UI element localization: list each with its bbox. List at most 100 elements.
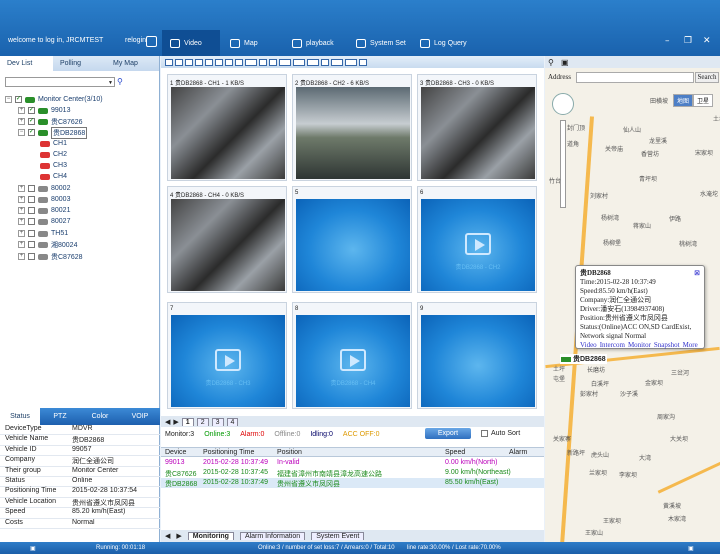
device-search-select[interactable]: ▼ (5, 77, 115, 87)
tab-voip[interactable]: VOIP (120, 408, 160, 425)
address-input[interactable] (576, 72, 694, 83)
tree-channel[interactable]: CH1 (40, 138, 67, 149)
relogin-link[interactable]: relogin (125, 37, 146, 44)
table-row[interactable]: 贵C87626 2015-02-28 10:37:45 福建省漳州市南靖县漳龙高… (161, 468, 544, 478)
play-icon[interactable] (465, 233, 491, 255)
video-feed[interactable] (421, 315, 535, 407)
map-type-map[interactable]: 地图 (673, 94, 694, 107)
close-icon[interactable]: ✕ (703, 36, 711, 46)
layout-6-icon[interactable] (185, 58, 193, 66)
tab-color[interactable]: Color (80, 408, 120, 425)
search-button[interactable]: Search (695, 72, 719, 83)
popup-snapshot-link[interactable]: Snapshot (654, 341, 680, 349)
video-feed[interactable] (421, 87, 535, 179)
tab-monitoring[interactable]: Monitoring (187, 532, 234, 540)
tab-alarm-information[interactable]: Alarm Information (239, 532, 306, 540)
popup-monitor-link[interactable]: Monitor (628, 341, 651, 349)
layout-8-icon[interactable] (195, 58, 203, 66)
layout-4-icon[interactable] (175, 58, 183, 66)
tab-system-event[interactable]: System Event (311, 532, 365, 540)
popup-more-link[interactable]: More (683, 341, 698, 349)
video-feed[interactable] (296, 87, 410, 179)
search-icon[interactable]: ⚲ (117, 77, 123, 86)
record-icon[interactable] (307, 58, 319, 66)
tree-item-selected[interactable]: − ✓ 贵DB2868 (18, 126, 88, 139)
map-type-satellite[interactable]: 卫星 (693, 94, 714, 107)
tab-system-set[interactable]: System Set (348, 30, 410, 56)
fullscreen-icon[interactable] (279, 58, 291, 66)
next-tab-icon[interactable]: ▶ (176, 532, 181, 540)
save-icon[interactable]: ▣ (561, 58, 569, 67)
layout-more-icon[interactable] (245, 58, 257, 66)
layout-9-icon[interactable] (205, 58, 213, 66)
popup-video-link[interactable]: Video (580, 341, 597, 349)
tree-item[interactable]: + 湘80024 (18, 239, 77, 250)
table-row[interactable]: 99013 2015-02-28 10:37:49 In-valid 0.00 … (161, 458, 544, 468)
tree-item[interactable]: +80027 (18, 216, 70, 227)
volume-icon[interactable] (345, 58, 357, 66)
tab-polling[interactable]: Polling (53, 56, 106, 71)
table-row[interactable]: 贵DB2868 2015-02-28 10:37:49 贵州省遵义市凤冈县 85… (161, 478, 544, 488)
tab-status[interactable]: Status (0, 408, 40, 425)
arrow-down-icon[interactable] (269, 58, 277, 66)
tree-item[interactable]: +80021 (18, 205, 70, 216)
video-cell-2[interactable]: 2 贵DB2868 - CH2 - 6 KB/S (292, 74, 412, 181)
page-4[interactable]: 4 (226, 417, 239, 426)
arrow-up-icon[interactable] (259, 58, 267, 66)
layout-10-icon[interactable] (215, 58, 223, 66)
video-cell-3[interactable]: 3 贵DB2868 - CH3 - 0 KB/S (417, 74, 537, 181)
map-pan-control[interactable] (552, 93, 574, 115)
tree-channel[interactable]: CH4 (40, 171, 67, 182)
tab-my-map[interactable]: My Map (106, 56, 159, 71)
tree-item[interactable]: + ✓ 贵C87626 (18, 116, 83, 127)
tree-channel[interactable]: CH2 (40, 149, 67, 160)
tab-ptz[interactable]: PTZ (40, 408, 80, 425)
settings-icon[interactable] (359, 58, 367, 66)
restore-icon[interactable]: ❐ (684, 36, 692, 46)
status-bar-menu-icon[interactable]: ▣ (30, 545, 36, 552)
export-button[interactable]: Export (425, 428, 471, 439)
close-icon[interactable]: ⊠ (694, 269, 700, 278)
snapshot-icon[interactable] (321, 58, 329, 66)
tree-item[interactable]: + ✓ 99013 (18, 105, 70, 116)
prev-tab-icon[interactable]: ◀ (165, 532, 170, 540)
video-cell-6[interactable]: 6 贵DB2868 - CH2 (417, 186, 537, 293)
vehicle-marker[interactable]: 贵DB2868 (560, 354, 607, 364)
layout-1-icon[interactable] (165, 58, 173, 66)
page-3[interactable]: 3 (211, 417, 224, 426)
next-page-icon[interactable]: ▶ (173, 418, 178, 426)
tab-log-query[interactable]: Log Query (412, 30, 472, 56)
map-zoom-slider[interactable] (560, 120, 566, 208)
tree-channel[interactable]: CH3 (40, 160, 67, 171)
layout-16-icon[interactable] (235, 58, 243, 66)
minimize-icon[interactable]: – (665, 36, 670, 46)
video-feed[interactable] (171, 199, 285, 291)
video-feed[interactable] (171, 87, 285, 179)
play-icon[interactable] (331, 58, 343, 66)
layout-13-icon[interactable] (225, 58, 233, 66)
tree-item[interactable]: +80002 (18, 183, 70, 194)
video-cell-1[interactable]: 1 贵DB2868 - CH1 - 1 KB/S (167, 74, 287, 181)
video-feed[interactable]: 贵DB2868 - CH3 (171, 315, 285, 407)
video-cell-7[interactable]: 7 贵DB2868 - CH3 (167, 302, 287, 409)
video-cell-9[interactable]: 9 (417, 302, 537, 409)
tab-map[interactable]: Map (222, 30, 282, 56)
tree-item[interactable]: +80003 (18, 194, 70, 205)
popup-intercom-link[interactable]: Intercom (600, 341, 625, 349)
video-feed[interactable]: 贵DB2868 - CH2 (421, 199, 535, 291)
tree-item[interactable]: + TH51 (18, 228, 68, 239)
video-cell-8[interactable]: 8 贵DB2868 - CH4 (292, 302, 412, 409)
tab-video[interactable]: Video (162, 30, 220, 56)
tab-playback[interactable]: playback (284, 30, 346, 56)
chevron-down-icon[interactable] (146, 36, 157, 47)
video-cell-5[interactable]: 5 (292, 186, 412, 293)
stop-icon[interactable] (293, 58, 305, 66)
status-bar-menu-icon[interactable]: ▣ (688, 545, 694, 552)
collapse-icon[interactable]: − (5, 96, 12, 103)
checkbox[interactable]: ✓ (15, 96, 22, 103)
checkbox[interactable] (481, 430, 488, 437)
tree-root[interactable]: − ✓ Monitor Center(3/10) (5, 94, 103, 105)
video-feed[interactable] (296, 199, 410, 291)
play-icon[interactable] (340, 349, 366, 371)
auto-sort-checkbox[interactable]: Auto Sort (481, 430, 520, 437)
